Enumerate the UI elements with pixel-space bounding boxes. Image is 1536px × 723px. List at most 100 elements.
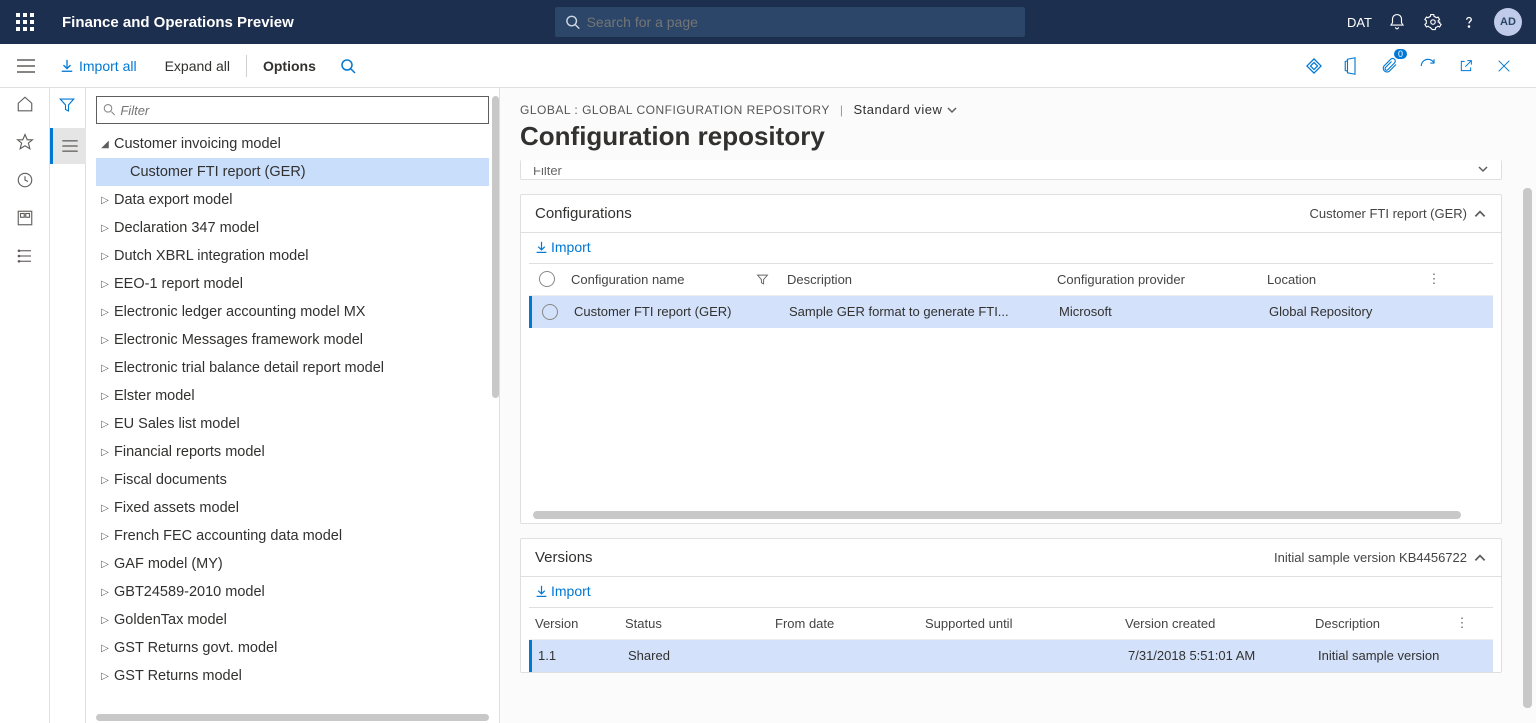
column-options[interactable]: ⋮ [1449,615,1475,631]
col-supported-until[interactable]: Supported until [919,616,1119,631]
col-status[interactable]: Status [619,616,769,631]
tree-node[interactable]: ▷GoldenTax model [96,606,489,634]
home-icon[interactable] [15,94,35,114]
collapse-icon[interactable] [1473,207,1487,221]
import-all-button[interactable]: Import all [46,44,151,88]
tree-node[interactable]: ▷Declaration 347 model [96,214,489,242]
config-tree[interactable]: ◢ Customer invoicing model Customer FTI … [96,130,489,715]
settings-icon[interactable] [1422,11,1444,33]
app-launcher[interactable] [0,0,50,44]
office-icon[interactable] [1338,52,1366,80]
expand-icon[interactable]: ▷ [96,419,114,430]
table-row[interactable]: 1.1 Shared 7/31/2018 5:51:01 AM Initial … [529,640,1493,672]
column-options[interactable]: ⋮ [1421,271,1447,287]
col-provider[interactable]: Configuration provider [1051,272,1261,287]
tree-node[interactable]: ▷Electronic Messages framework model [96,326,489,354]
options-button[interactable]: Options [249,44,330,88]
filter-panel-label: Filter [533,167,562,175]
nav-toggle[interactable] [6,59,46,73]
tree-hscroll[interactable] [96,714,489,721]
popout-icon[interactable] [1452,52,1480,80]
company-indicator[interactable]: DAT [1347,15,1372,30]
expand-icon[interactable]: ▷ [96,587,114,598]
expand-icon[interactable]: ▷ [96,531,114,542]
filter-icon[interactable] [58,96,76,114]
global-search[interactable] [555,7,1025,37]
tree-node[interactable]: ▷GBT24589-2010 model [96,578,489,606]
table-row[interactable]: Customer FTI report (GER) Sample GER for… [529,296,1493,328]
col-version-created[interactable]: Version created [1119,616,1309,631]
tree-node[interactable]: ▷EU Sales list model [96,410,489,438]
tree-node[interactable]: ▷Data export model [96,186,489,214]
workspaces-icon[interactable] [15,208,35,228]
help-icon[interactable] [1458,11,1480,33]
tree-node[interactable]: ▷GAF model (MY) [96,550,489,578]
list-tab[interactable] [50,128,86,164]
expand-icon[interactable]: ▷ [96,615,114,626]
versions-import-button[interactable]: Import [535,583,591,599]
collapse-icon[interactable] [1473,551,1487,565]
col-version-desc[interactable]: Description [1309,616,1449,631]
expand-all-button[interactable]: Expand all [151,44,244,88]
expand-icon[interactable]: ▷ [96,251,114,262]
expand-icon[interactable]: ▷ [96,643,114,654]
grid-hscroll[interactable] [533,511,1461,519]
page-vscroll[interactable] [1523,188,1532,708]
expand-icon[interactable]: ▷ [96,279,114,290]
recent-icon[interactable] [15,170,35,190]
refresh-icon[interactable] [1414,52,1442,80]
tree-node[interactable]: ▷Dutch XBRL integration model [96,242,489,270]
content-area: GLOBAL : GLOBAL CONFIGURATION REPOSITORY… [500,88,1536,723]
expand-icon[interactable]: ▷ [96,447,114,458]
search-input[interactable] [587,14,1016,30]
tree-node[interactable]: ▷Elster model [96,382,489,410]
view-selector[interactable]: Standard view [853,102,958,117]
toolbar-search-button[interactable] [330,44,366,88]
close-icon[interactable] [1490,52,1518,80]
expand-icon[interactable]: ▷ [96,559,114,570]
tree-node[interactable]: ▷Fixed assets model [96,494,489,522]
expand-icon[interactable]: ▷ [96,195,114,206]
tree-vscroll[interactable] [492,96,499,398]
col-version[interactable]: Version [529,616,619,631]
tree-filter-input[interactable] [120,103,482,118]
tree-filter[interactable] [96,96,489,124]
expand-icon[interactable]: ▷ [96,503,114,514]
filter-icon[interactable] [756,273,769,286]
expand-icon[interactable]: ▷ [96,391,114,402]
tree-node[interactable]: ▷Electronic trial balance detail report … [96,354,489,382]
tree-node[interactable]: ▷GST Returns govt. model [96,634,489,662]
tree-node[interactable]: ▷GST Returns model [96,662,489,690]
user-avatar[interactable]: AD [1494,8,1522,36]
expand-icon[interactable]: ▷ [96,475,114,486]
cell-config-name: Customer FTI report (GER) [568,304,783,319]
select-all[interactable] [529,271,565,287]
collapse-icon[interactable]: ◢ [96,139,114,150]
tree-node[interactable]: ▷French FEC accounting data model [96,522,489,550]
expand-icon[interactable]: ▷ [96,671,114,682]
attachments-icon[interactable]: 0 [1376,52,1404,80]
expand-icon[interactable]: ▷ [96,363,114,374]
tree-node[interactable]: ▷Electronic ledger accounting model MX [96,298,489,326]
diamond-icon[interactable] [1300,52,1328,80]
col-from-date[interactable]: From date [769,616,919,631]
chevron-down-icon[interactable] [1477,163,1489,175]
expand-icon[interactable]: ▷ [96,307,114,318]
tree-node[interactable]: ▷Financial reports model [96,438,489,466]
favorites-icon[interactable] [15,132,35,152]
filter-panel[interactable]: Filter [520,160,1502,180]
notifications-icon[interactable] [1386,11,1408,33]
tree-node-selected[interactable]: Customer FTI report (GER) [96,158,489,186]
tree-node-root[interactable]: ◢ Customer invoicing model [96,130,489,158]
col-config-name[interactable]: Configuration name [565,272,780,287]
tree-node[interactable]: ▷Fiscal documents [96,466,489,494]
modules-icon[interactable] [15,246,35,266]
tree-node[interactable]: ▷EEO-1 report model [96,270,489,298]
versions-title: Versions [535,549,593,566]
expand-icon[interactable]: ▷ [96,223,114,234]
col-location[interactable]: Location [1261,272,1421,287]
configs-import-button[interactable]: Import [535,239,591,255]
expand-icon[interactable]: ▷ [96,335,114,346]
col-description[interactable]: Description [781,272,1051,287]
row-select[interactable] [532,304,568,320]
